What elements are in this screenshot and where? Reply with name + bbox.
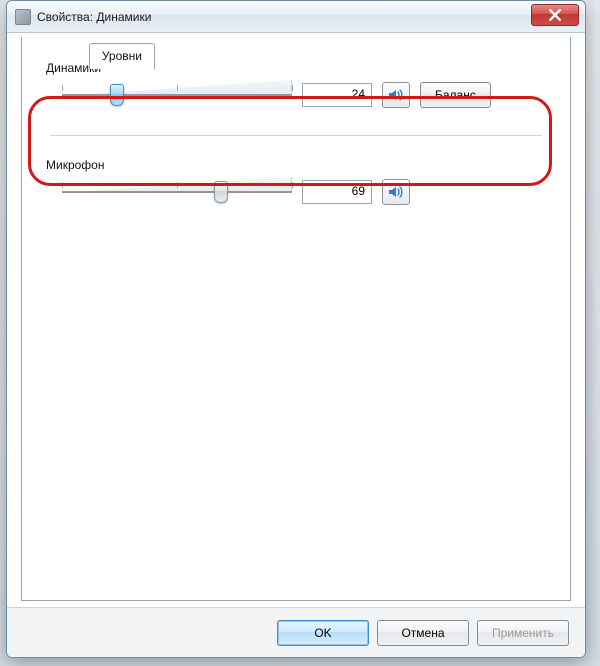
close-button[interactable] xyxy=(531,4,579,26)
titlebar[interactable]: Свойства: Динамики xyxy=(7,1,585,33)
speakers-slider[interactable] xyxy=(62,79,292,111)
divider xyxy=(50,135,542,136)
slider-tick xyxy=(62,85,63,91)
microphone-slider-thumb[interactable] xyxy=(214,181,228,203)
ok-button[interactable]: OK xyxy=(277,620,369,646)
speaker-icon xyxy=(388,88,404,102)
properties-dialog: Свойства: Динамики Общие Уровни Дополнит… xyxy=(6,0,586,658)
close-icon xyxy=(549,9,561,21)
slider-track xyxy=(62,94,292,96)
speakers-slider-thumb[interactable] xyxy=(110,84,124,106)
speakers-mute-button[interactable] xyxy=(382,82,410,108)
window-icon xyxy=(15,9,31,25)
apply-button[interactable]: Применить xyxy=(477,620,569,646)
levels-panel: Динамики 24 Баланс xyxy=(21,37,571,601)
slider-tick xyxy=(292,85,293,91)
microphone-row: 69 xyxy=(42,176,550,208)
slider-tick xyxy=(62,182,63,188)
speakers-value[interactable]: 24 xyxy=(302,83,372,107)
balance-button[interactable]: Баланс xyxy=(420,82,491,108)
microphone-mute-button[interactable] xyxy=(382,179,410,205)
speaker-icon xyxy=(388,185,404,199)
speakers-row: 24 Баланс xyxy=(42,79,550,111)
microphone-value[interactable]: 69 xyxy=(302,180,372,204)
microphone-label: Микрофон xyxy=(46,158,550,172)
cancel-button[interactable]: Отмена xyxy=(377,620,469,646)
tab-levels[interactable]: Уровни xyxy=(89,43,155,69)
slider-tick xyxy=(292,182,293,188)
microphone-slider[interactable] xyxy=(62,176,292,208)
slider-tick xyxy=(177,182,178,188)
slider-track xyxy=(62,191,292,193)
window-title: Свойства: Динамики xyxy=(37,10,151,24)
slider-tick xyxy=(177,85,178,91)
microphone-group: Микрофон 69 xyxy=(42,158,550,208)
dialog-footer: OK Отмена Применить xyxy=(7,607,585,657)
